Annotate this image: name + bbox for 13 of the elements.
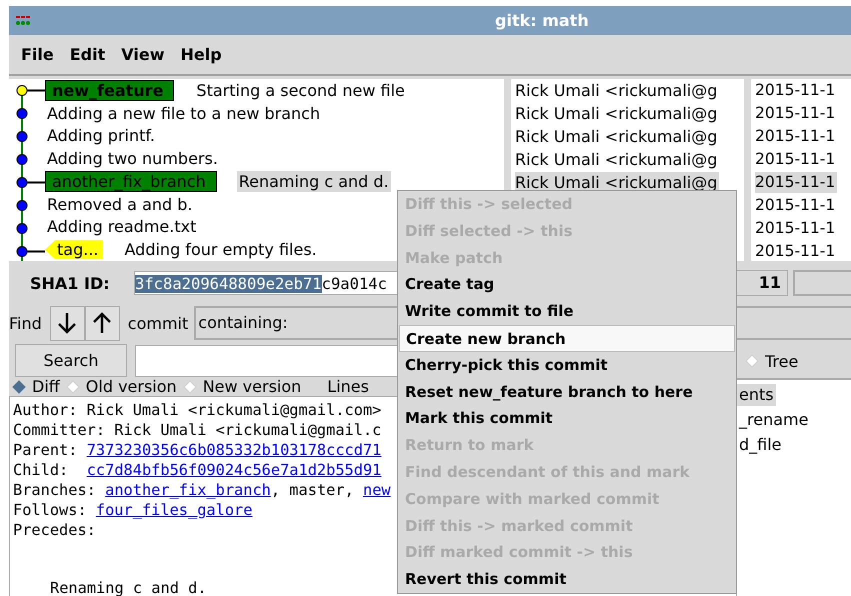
- detail-line: Parent: 7373230356c6b085332b103178cccd71: [13, 441, 382, 459]
- detail-line: Precedes:: [13, 521, 96, 539]
- sha1-label: SHA1 ID:: [30, 274, 111, 292]
- detail-line: Branches: another_fix_branch, master, new: [13, 481, 391, 499]
- find-scope-label: commit: [128, 314, 188, 332]
- lines-label: Lines: [327, 377, 369, 396]
- commit-message: Renaming c and d.: [50, 579, 207, 596]
- detail-line: Committer: Rick Umali <rickumali@gmail.c: [13, 421, 382, 439]
- detail-line: Child: cc7d84bfb56f09024c56e7a1d2b55d91: [13, 461, 382, 479]
- detail-line: Follows: four_files_galore: [13, 501, 252, 519]
- detail-line: Author: Rick Umali <rickumali@gmail.com>: [13, 401, 382, 419]
- find-label: Find: [9, 314, 42, 332]
- window-title: gitk: math: [495, 11, 589, 30]
